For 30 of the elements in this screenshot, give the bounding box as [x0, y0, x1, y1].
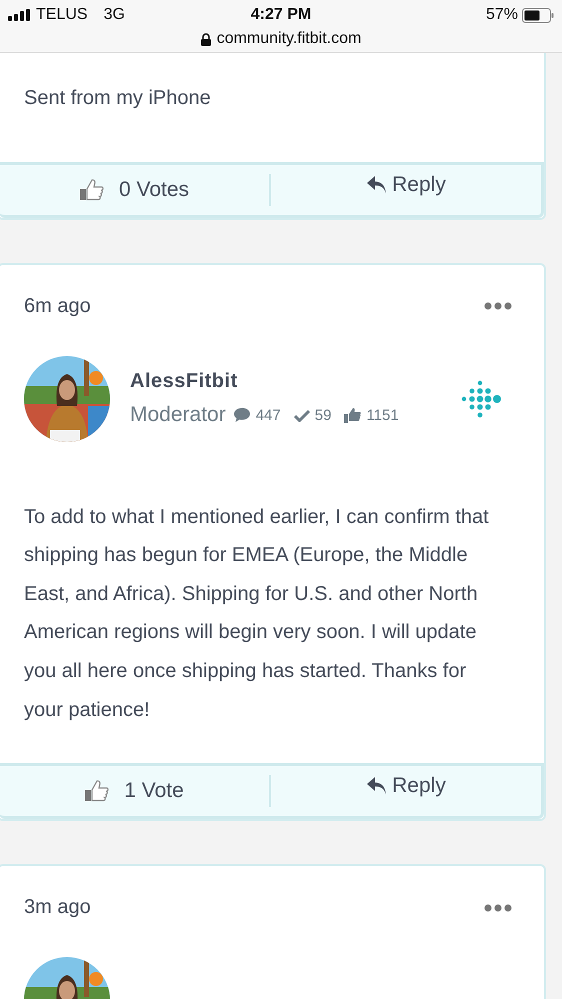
vote-button[interactable]: 1 Vote — [78, 775, 190, 808]
signal-icon — [8, 9, 30, 21]
post-body: To add to what I mentioned earlier, I can confirm that shipping has begun for EMEA (Europe, the Middle East, and Africa). Shipping for U.S. and other North American regions will begin very soon. I will update you all here once shipping has started. Thanks for your patience! — [24, 504, 490, 723]
kudos-count: 1151 — [366, 406, 399, 424]
reply-arrow-icon — [366, 776, 388, 796]
network-type: 3G — [104, 6, 125, 24]
speech-bubble-icon — [232, 407, 251, 424]
clock-time: 4:27 PM — [250, 6, 312, 24]
post-body: Sent from my iPhone — [24, 86, 212, 111]
more-options-icon[interactable] — [484, 904, 512, 912]
battery-icon — [522, 8, 554, 22]
carrier-name: TELUS — [36, 6, 88, 24]
lock-icon — [200, 32, 211, 46]
battery-percent: 57% — [486, 6, 518, 24]
thumbs-up-icon — [344, 408, 362, 423]
author-rank: Moderator — [130, 403, 226, 428]
reply-button[interactable]: Reply — [360, 770, 452, 802]
solution-count: 59 — [314, 406, 332, 424]
message-count: 447 — [256, 406, 281, 424]
reply-arrow-icon — [366, 174, 388, 195]
page-url[interactable]: community.fitbit.com — [216, 30, 362, 48]
reply-button[interactable]: Reply — [360, 168, 452, 201]
thumbs-up-icon — [78, 178, 105, 202]
checkmark-icon — [294, 408, 310, 422]
vote-button[interactable]: 0 Votes — [72, 174, 196, 206]
thumbs-up-icon — [84, 779, 110, 804]
author-name[interactable]: AlessFitbit — [130, 370, 440, 394]
post-time: 3m ago — [24, 896, 91, 920]
more-options-icon[interactable] — [484, 302, 512, 310]
post-time: 6m ago — [24, 294, 91, 318]
